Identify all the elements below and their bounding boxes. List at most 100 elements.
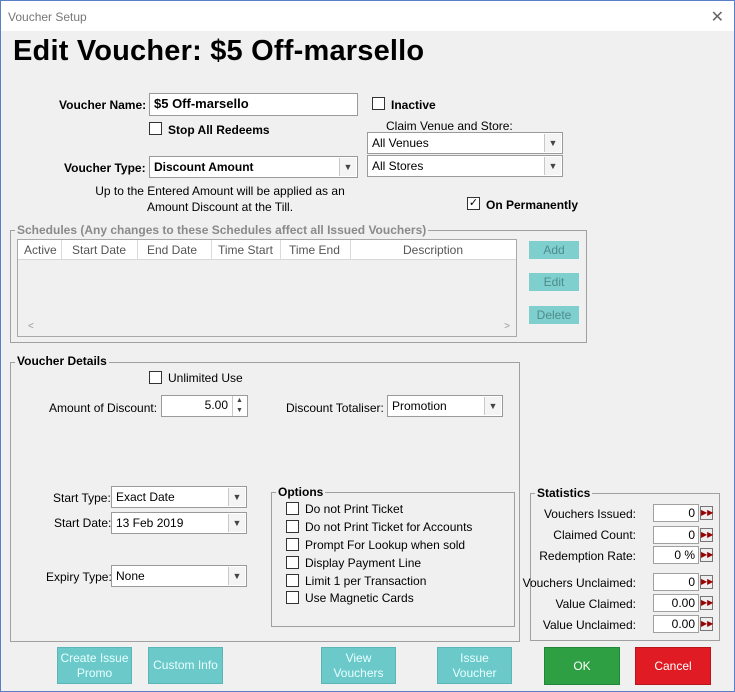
option-checkbox[interactable]: [286, 520, 299, 533]
edit-schedule-button[interactable]: Edit: [529, 273, 579, 291]
voucher-details-title: Voucher Details: [15, 354, 109, 368]
column-header-description: Description: [403, 243, 464, 257]
unlimited-use-label: Unlimited Use: [168, 371, 243, 385]
scroll-right-icon[interactable]: >: [504, 321, 510, 332]
statistics-group: Vouchers Issued: 0 ▶▶ Claimed Count: 0 ▶…: [523, 493, 720, 641]
inactive-label: Inactive: [391, 98, 436, 112]
column-header-time-start: Time Start: [218, 243, 273, 257]
stat-value: 0.00: [653, 615, 699, 633]
page-title: Edit Voucher: $5 Off-marsello: [13, 35, 425, 67]
chevron-down-icon: ▼: [228, 567, 245, 585]
voucher-name-input[interactable]: $5 Off-marsello: [149, 93, 358, 116]
stat-label: Redemption Rate:: [539, 549, 636, 563]
amount-of-discount-value: 5.00: [204, 398, 228, 412]
claim-store-select[interactable]: All Stores ▼: [367, 155, 563, 177]
option-checkbox[interactable]: [286, 574, 299, 587]
issue-voucher-button[interactable]: Issue Voucher: [437, 647, 512, 684]
add-schedule-button[interactable]: Add: [529, 241, 579, 259]
stop-all-redeems-checkbox[interactable]: [149, 122, 162, 135]
claim-venue-label: Claim Venue and Store:: [386, 119, 513, 133]
discount-totaliser-value: Promotion: [392, 399, 447, 413]
view-vouchers-button[interactable]: View Vouchers: [321, 647, 396, 684]
amount-of-discount-input[interactable]: 5.00 ▲ ▼: [161, 395, 248, 417]
close-icon[interactable]: ✕: [711, 7, 724, 27]
column-header-time-end: Time End: [289, 243, 340, 257]
inactive-checkbox[interactable]: [372, 97, 385, 110]
option-checkbox[interactable]: [286, 556, 299, 569]
start-type-value: Exact Date: [116, 490, 175, 504]
drilldown-arrow-icon[interactable]: ▶▶: [700, 596, 713, 610]
custom-info-button[interactable]: Custom Info: [148, 647, 223, 684]
column-header-active: Active: [24, 243, 57, 257]
on-permanently-label: On Permanently: [486, 198, 579, 212]
voucher-type-label: Voucher Type:: [64, 161, 146, 175]
chevron-down-icon: ▼: [544, 157, 561, 175]
start-date-picker[interactable]: 13 Feb 2019 ▼: [111, 512, 247, 534]
delete-schedule-button[interactable]: Delete: [529, 306, 579, 324]
option-checkbox[interactable]: [286, 591, 299, 604]
scroll-left-icon[interactable]: <: [28, 321, 34, 332]
drilldown-arrow-icon[interactable]: ▶▶: [700, 575, 713, 589]
create-issue-promo-button[interactable]: Create Issue Promo: [57, 647, 132, 684]
option-checkbox[interactable]: [286, 502, 299, 515]
start-type-label: Start Type:: [53, 491, 111, 505]
spin-up-icon[interactable]: ▲: [233, 396, 246, 406]
statistics-title: Statistics: [535, 486, 593, 500]
spin-down-icon[interactable]: ▼: [233, 406, 246, 416]
stop-all-redeems-label: Stop All Redeems: [168, 123, 270, 137]
schedules-title: Schedules (Any changes to these Schedule…: [15, 223, 429, 237]
start-date-label: Start Date:: [54, 516, 112, 530]
option-label: Do not Print Ticket: [305, 502, 404, 516]
column-header-start-date: Start Date: [72, 243, 127, 257]
claim-venue-select[interactable]: All Venues ▼: [367, 132, 563, 154]
stat-value: 0: [653, 504, 699, 522]
unlimited-use-checkbox[interactable]: [149, 371, 162, 384]
drilldown-arrow-icon[interactable]: ▶▶: [700, 548, 713, 562]
voucher-setup-window: Voucher Setup ✕ Edit Voucher: $5 Off-mar…: [0, 0, 735, 692]
expiry-type-label: Expiry Type:: [46, 570, 112, 584]
drilldown-arrow-icon[interactable]: ▶▶: [700, 528, 713, 542]
voucher-type-description: Up to the Entered Amount will be applied…: [95, 184, 345, 214]
option-checkbox[interactable]: [286, 538, 299, 551]
stat-label: Vouchers Unclaimed:: [522, 576, 636, 590]
chevron-down-icon: ▼: [339, 158, 356, 176]
voucher-type-select[interactable]: Discount Amount ▼: [149, 156, 358, 178]
option-label: Use Magnetic Cards: [305, 591, 414, 605]
start-date-value: 13 Feb 2019: [116, 516, 184, 530]
voucher-name-label: Voucher Name:: [59, 98, 147, 112]
stat-label: Vouchers Issued:: [543, 507, 636, 521]
discount-totaliser-label: Discount Totaliser:: [286, 401, 384, 415]
drilldown-arrow-icon[interactable]: ▶▶: [700, 617, 713, 631]
drilldown-arrow-icon[interactable]: ▶▶: [700, 506, 713, 520]
chevron-down-icon: ▼: [484, 397, 501, 415]
stat-label: Claimed Count:: [553, 528, 636, 542]
schedules-hscrollbar[interactable]: < >: [18, 320, 516, 336]
start-type-select[interactable]: Exact Date ▼: [111, 486, 247, 508]
ok-button[interactable]: OK: [544, 647, 620, 685]
expiry-type-value: None: [116, 569, 145, 583]
option-label: Limit 1 per Transaction: [305, 574, 427, 588]
stat-label: Value Claimed:: [555, 597, 636, 611]
chevron-down-icon: ▼: [228, 488, 245, 506]
chevron-down-icon: ▼: [228, 514, 245, 532]
claim-venue-value: All Venues: [372, 136, 429, 150]
claim-store-value: All Stores: [372, 159, 424, 173]
schedules-grid[interactable]: Active Start Date End Date Time Start Ti…: [17, 239, 517, 337]
amount-of-discount-label: Amount of Discount:: [49, 401, 158, 415]
expiry-type-select[interactable]: None ▼: [111, 565, 247, 587]
option-label: Do not Print Ticket for Accounts: [305, 520, 473, 534]
stat-value: 0: [653, 526, 699, 544]
cancel-button[interactable]: Cancel: [635, 647, 711, 685]
discount-totaliser-select[interactable]: Promotion ▼: [387, 395, 503, 417]
chevron-down-icon: ▼: [544, 134, 561, 152]
amount-spinner[interactable]: ▲ ▼: [232, 396, 246, 416]
on-permanently-checkbox[interactable]: ✓: [467, 197, 480, 210]
stat-label: Value Unclaimed:: [542, 618, 636, 632]
title-bar: Voucher Setup ✕: [1, 1, 734, 31]
schedules-grid-header: Active Start Date End Date Time Start Ti…: [18, 240, 516, 260]
option-label: Display Payment Line: [305, 556, 422, 570]
stat-value: 0 %: [653, 546, 699, 564]
stat-value: 0.00: [653, 594, 699, 612]
window-title: Voucher Setup: [8, 10, 87, 24]
stat-value: 0: [653, 573, 699, 591]
